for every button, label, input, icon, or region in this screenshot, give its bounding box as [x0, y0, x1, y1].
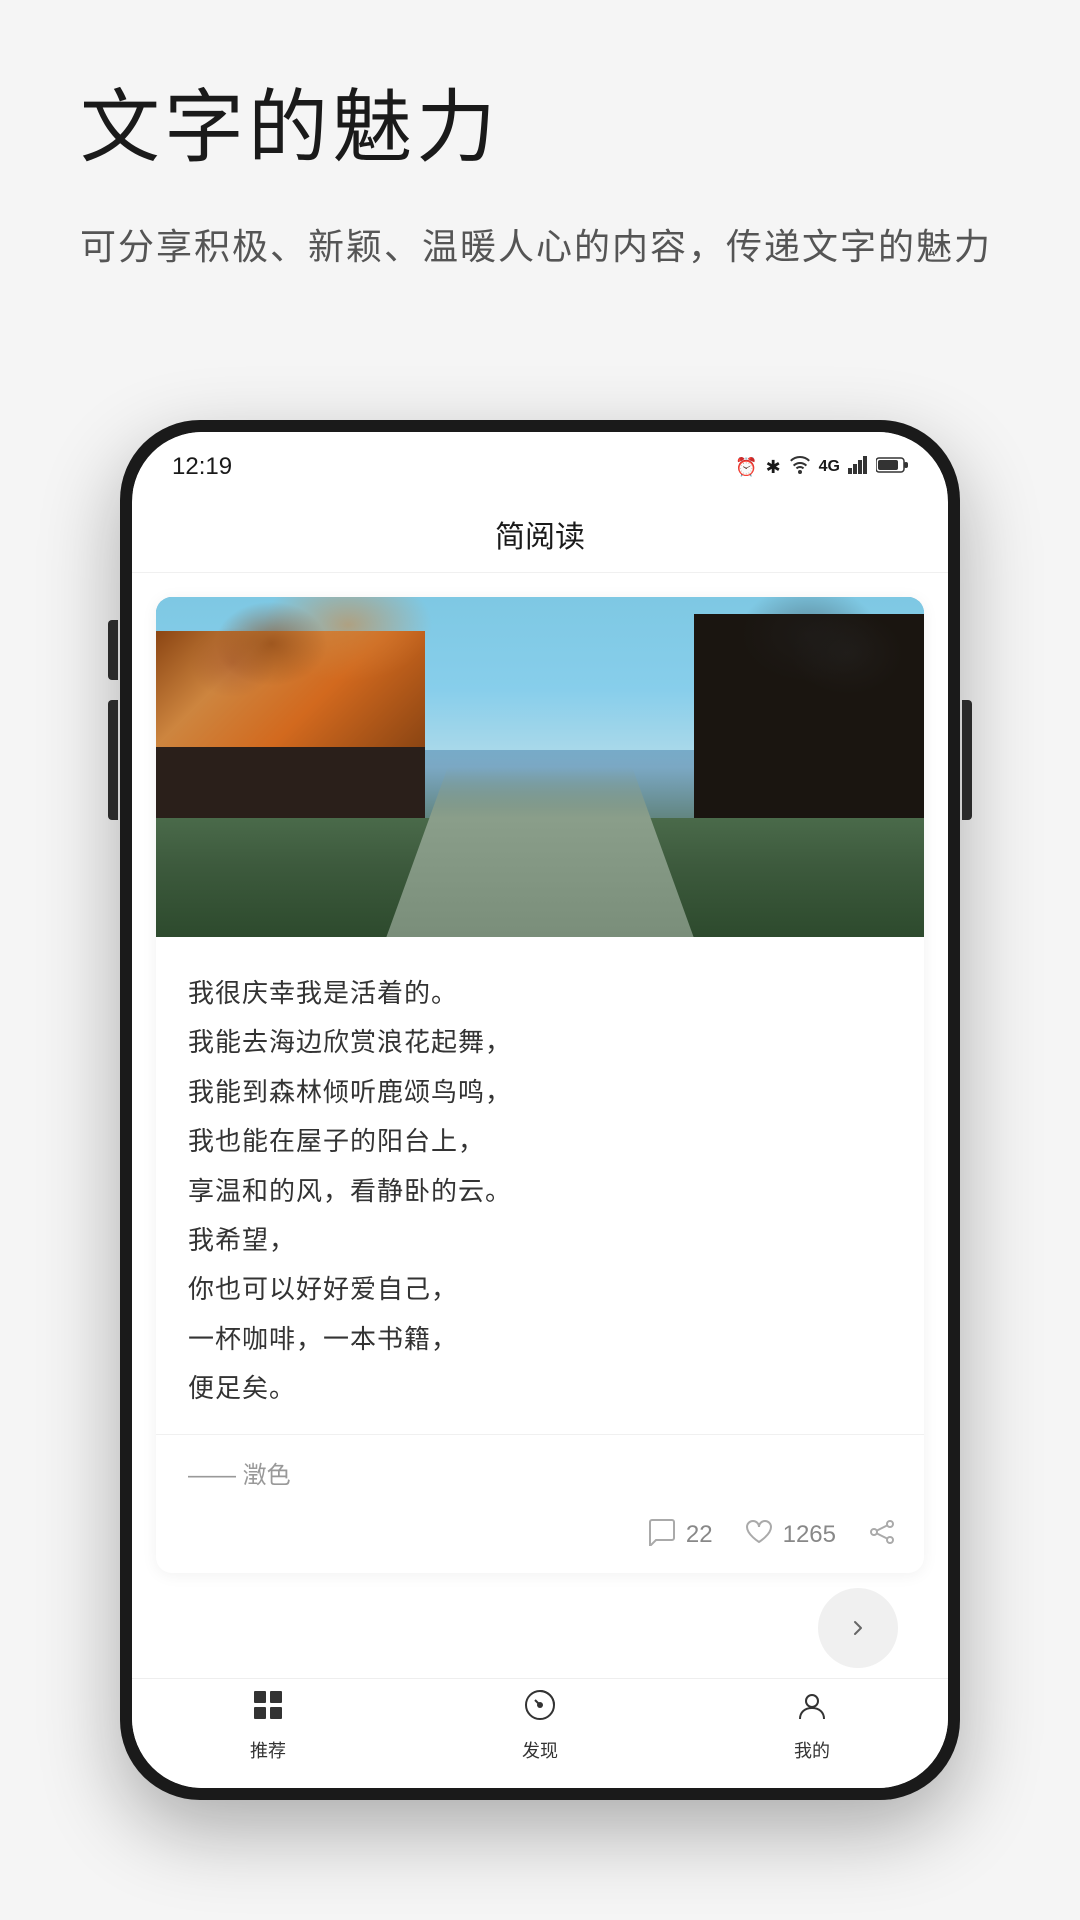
article-body: 我很庆幸我是活着的。 我能去海边欣赏浪花起舞， 我能到森林倾听鹿颂鸟鸣， 我也能…	[156, 937, 924, 1434]
phone-outer: 12:19 ⏰ ✱ 4G	[120, 420, 960, 1800]
nav-item-recommend[interactable]: 推荐	[132, 1688, 404, 1763]
article-footer: 22 1265	[156, 1506, 924, 1573]
nav-item-profile[interactable]: 我的	[676, 1688, 948, 1763]
article-card[interactable]: 我很庆幸我是活着的。 我能去海边欣赏浪花起舞， 我能到森林倾听鹿颂鸟鸣， 我也能…	[156, 597, 924, 1573]
wifi-icon	[789, 456, 811, 479]
nav-item-discover[interactable]: 发现	[404, 1688, 676, 1763]
article-text: 我很庆幸我是活着的。 我能去海边欣赏浪花起舞， 我能到森林倾听鹿颂鸟鸣， 我也能…	[188, 969, 892, 1414]
bottom-nav: 推荐 发现	[132, 1678, 948, 1788]
main-title: 文字的魅力	[80, 80, 1000, 176]
share-action[interactable]	[868, 1518, 896, 1553]
like-count: 1265	[783, 1521, 836, 1549]
volume-down-button	[108, 700, 118, 760]
heart-icon	[745, 1518, 773, 1553]
profile-icon	[795, 1688, 829, 1731]
scene-foliage	[156, 597, 924, 784]
phone-inner: 12:19 ⏰ ✱ 4G	[132, 432, 948, 1788]
signal-4g-icon: 4G	[819, 458, 840, 476]
discover-icon	[523, 1688, 557, 1731]
bluetooth-icon: ✱	[766, 457, 781, 478]
alarm-icon: ⏰	[735, 457, 757, 478]
comment-count: 22	[686, 1521, 713, 1549]
top-content: 文字的魅力 可分享积极、新颖、温暖人心的内容，传递文字的魅力	[80, 80, 1000, 277]
article-author: —— 澂色	[156, 1434, 924, 1506]
signal-bars-icon	[848, 456, 868, 479]
scene-path	[386, 767, 693, 937]
app-header: 简阅读	[132, 492, 948, 573]
nav-label-profile: 我的	[794, 1737, 830, 1763]
status-bar: 12:19 ⏰ ✱ 4G	[132, 432, 948, 492]
article-image-scene	[156, 597, 924, 937]
app-title: 简阅读	[495, 521, 585, 554]
status-time: 12:19	[172, 453, 232, 481]
next-button[interactable]	[818, 1588, 898, 1668]
phone-mockup: 12:19 ⏰ ✱ 4G	[120, 420, 960, 1800]
share-icon	[868, 1518, 896, 1553]
volume-up-button	[108, 620, 118, 680]
like-action[interactable]: 1265	[745, 1518, 836, 1553]
battery-icon	[876, 456, 908, 479]
nav-label-discover: 发现	[522, 1737, 558, 1763]
article-image	[156, 597, 924, 937]
subtitle: 可分享积极、新颖、温暖人心的内容，传递文字的魅力	[80, 216, 1000, 277]
comment-icon	[648, 1518, 676, 1553]
comment-action[interactable]: 22	[648, 1518, 713, 1553]
nav-label-recommend: 推荐	[250, 1737, 286, 1763]
status-icons: ⏰ ✱ 4G	[735, 456, 908, 479]
recommend-icon	[251, 1688, 285, 1731]
